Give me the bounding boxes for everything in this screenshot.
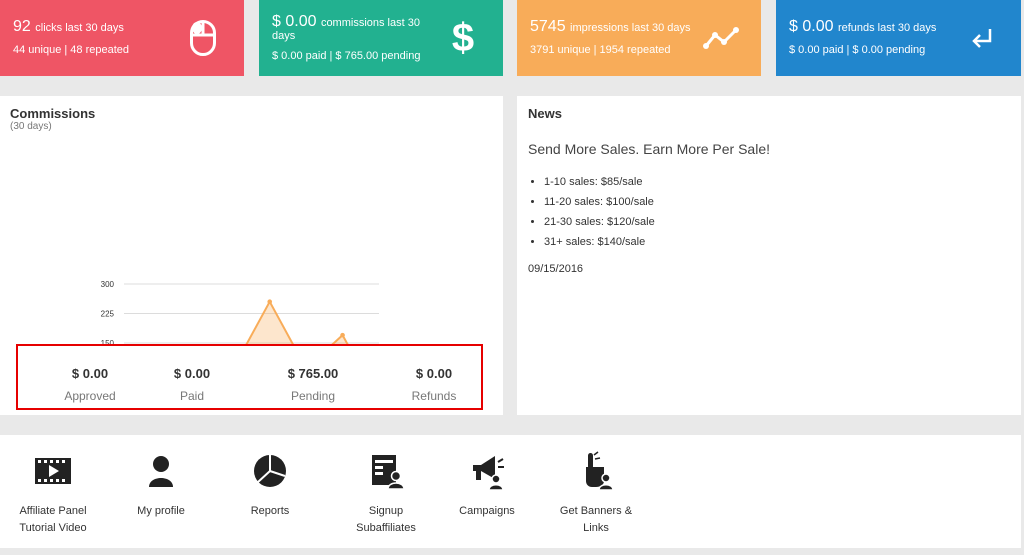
summary-paid-value: $ 0.00 [173,366,211,381]
chart-point-pending [267,299,273,304]
banners-links-link[interactable]: Get Banners & Links [546,451,646,537]
link-label-line2: Links [583,522,609,534]
refunds-sub: $ 0.00 paid | $ 0.00 pending [789,44,926,56]
refunds-value: $ 0.00 [789,18,834,35]
mouse-icon [190,0,216,76]
link-label-line1: Signup [368,505,404,517]
news-date: 09/15/2016 [528,263,584,275]
news-list-item: 1-10 sales: $85/sale [544,172,655,192]
summary-refunds-value: $ 0.00 [415,366,453,381]
trend-line-icon [703,0,739,76]
commissions-suffix: commissions last 30 [320,17,420,29]
pie-chart-icon [220,451,320,491]
summary-paid-label: Paid [179,389,205,403]
user-icon [111,451,211,491]
clicks-value: 92 [13,18,31,35]
link-label-line2: Tutorial Video [19,522,87,534]
impressions-value: 5745 [530,18,566,35]
commission-summary: $ 0.00 Approved $ 0.00 Paid $ 765.00 Pen… [16,344,483,410]
refunds-suffix: refunds last 30 days [837,22,937,34]
summary-refunds-label: Refunds [411,389,457,403]
reports-link[interactable]: Reports [220,451,320,520]
commissions-value: $ 0.00 [272,13,317,30]
megaphone-icon [437,451,537,491]
link-label-line1: Reports [250,505,290,517]
commissions-sub: $ 0.00 paid | $ 765.00 pending [272,50,421,62]
link-label-line1: Campaigns [459,505,515,517]
chart-point-pending [340,332,345,338]
return-arrow-icon [971,0,993,76]
link-label-line1: My profile [137,505,185,517]
news-headline: Send More Sales. Earn More Per Sale! [528,141,771,157]
commissions-panel: Commissions (30 days) 075150225300 10/26… [0,96,503,415]
link-label-line1: Get Banners & [559,505,633,517]
clicks-tile: 92 clicks last 30 days 44 unique | 48 re… [0,0,244,76]
tutorial-video-link[interactable]: Affiliate Panel Tutorial Video [3,451,103,537]
signup-subaffiliates-link[interactable]: Signup Subaffiliates [336,451,436,537]
news-list-item: 31+ sales: $140/sale [544,232,655,252]
dollar-icon: $ [451,0,475,76]
news-list-item: 11-20 sales: $100/sale [544,192,655,212]
commissions-suffix-2: days [272,30,296,42]
svg-text:$: $ [452,18,474,58]
news-list-item: 21-30 sales: $120/sale [544,212,655,232]
summary-pending-value: $ 765.00 [287,366,339,381]
link-label-line2: Subaffiliates [356,522,416,534]
clicks-sub: 44 unique | 48 repeated [13,44,130,56]
summary-pending-label: Pending [290,389,336,403]
signup-form-icon [336,451,436,491]
news-list: 1-10 sales: $85/sale 11-20 sales: $100/s… [544,172,655,252]
campaigns-link[interactable]: Campaigns [437,451,537,520]
impressions-suffix: impressions last 30 days [570,22,691,34]
summary-refunds: $ 0.00 Refunds [374,346,494,403]
news-title: News [528,106,562,121]
impressions-sub: 3791 unique | 1954 repeated [530,44,671,56]
refunds-tile: $ 0.00 refunds last 30 days $ 0.00 paid … [776,0,1021,76]
link-label-line1: Affiliate Panel [19,505,87,517]
chart-y-tick: 225 [101,310,115,319]
commissions-chart: 075150225300 10/2610/2710/2810/2910/3010… [101,280,379,344]
chart-y-tick: 300 [101,280,115,289]
quick-links-panel: Affiliate Panel Tutorial Video My profile… [0,435,1021,548]
clicks-suffix: clicks last 30 days [35,22,124,34]
my-profile-link[interactable]: My profile [111,451,211,520]
news-panel: News Send More Sales. Earn More Per Sale… [517,96,1021,415]
impressions-tile: 5745 impressions last 30 days 3791 uniqu… [517,0,761,76]
video-icon [3,451,103,491]
summary-pending: $ 765.00 Pending [253,346,373,403]
commissions-tile: $ 0.00 commissions last 30 days $ 0.00 p… [259,0,503,76]
summary-paid: $ 0.00 Paid [132,346,252,403]
hand-pointer-icon [546,451,646,491]
